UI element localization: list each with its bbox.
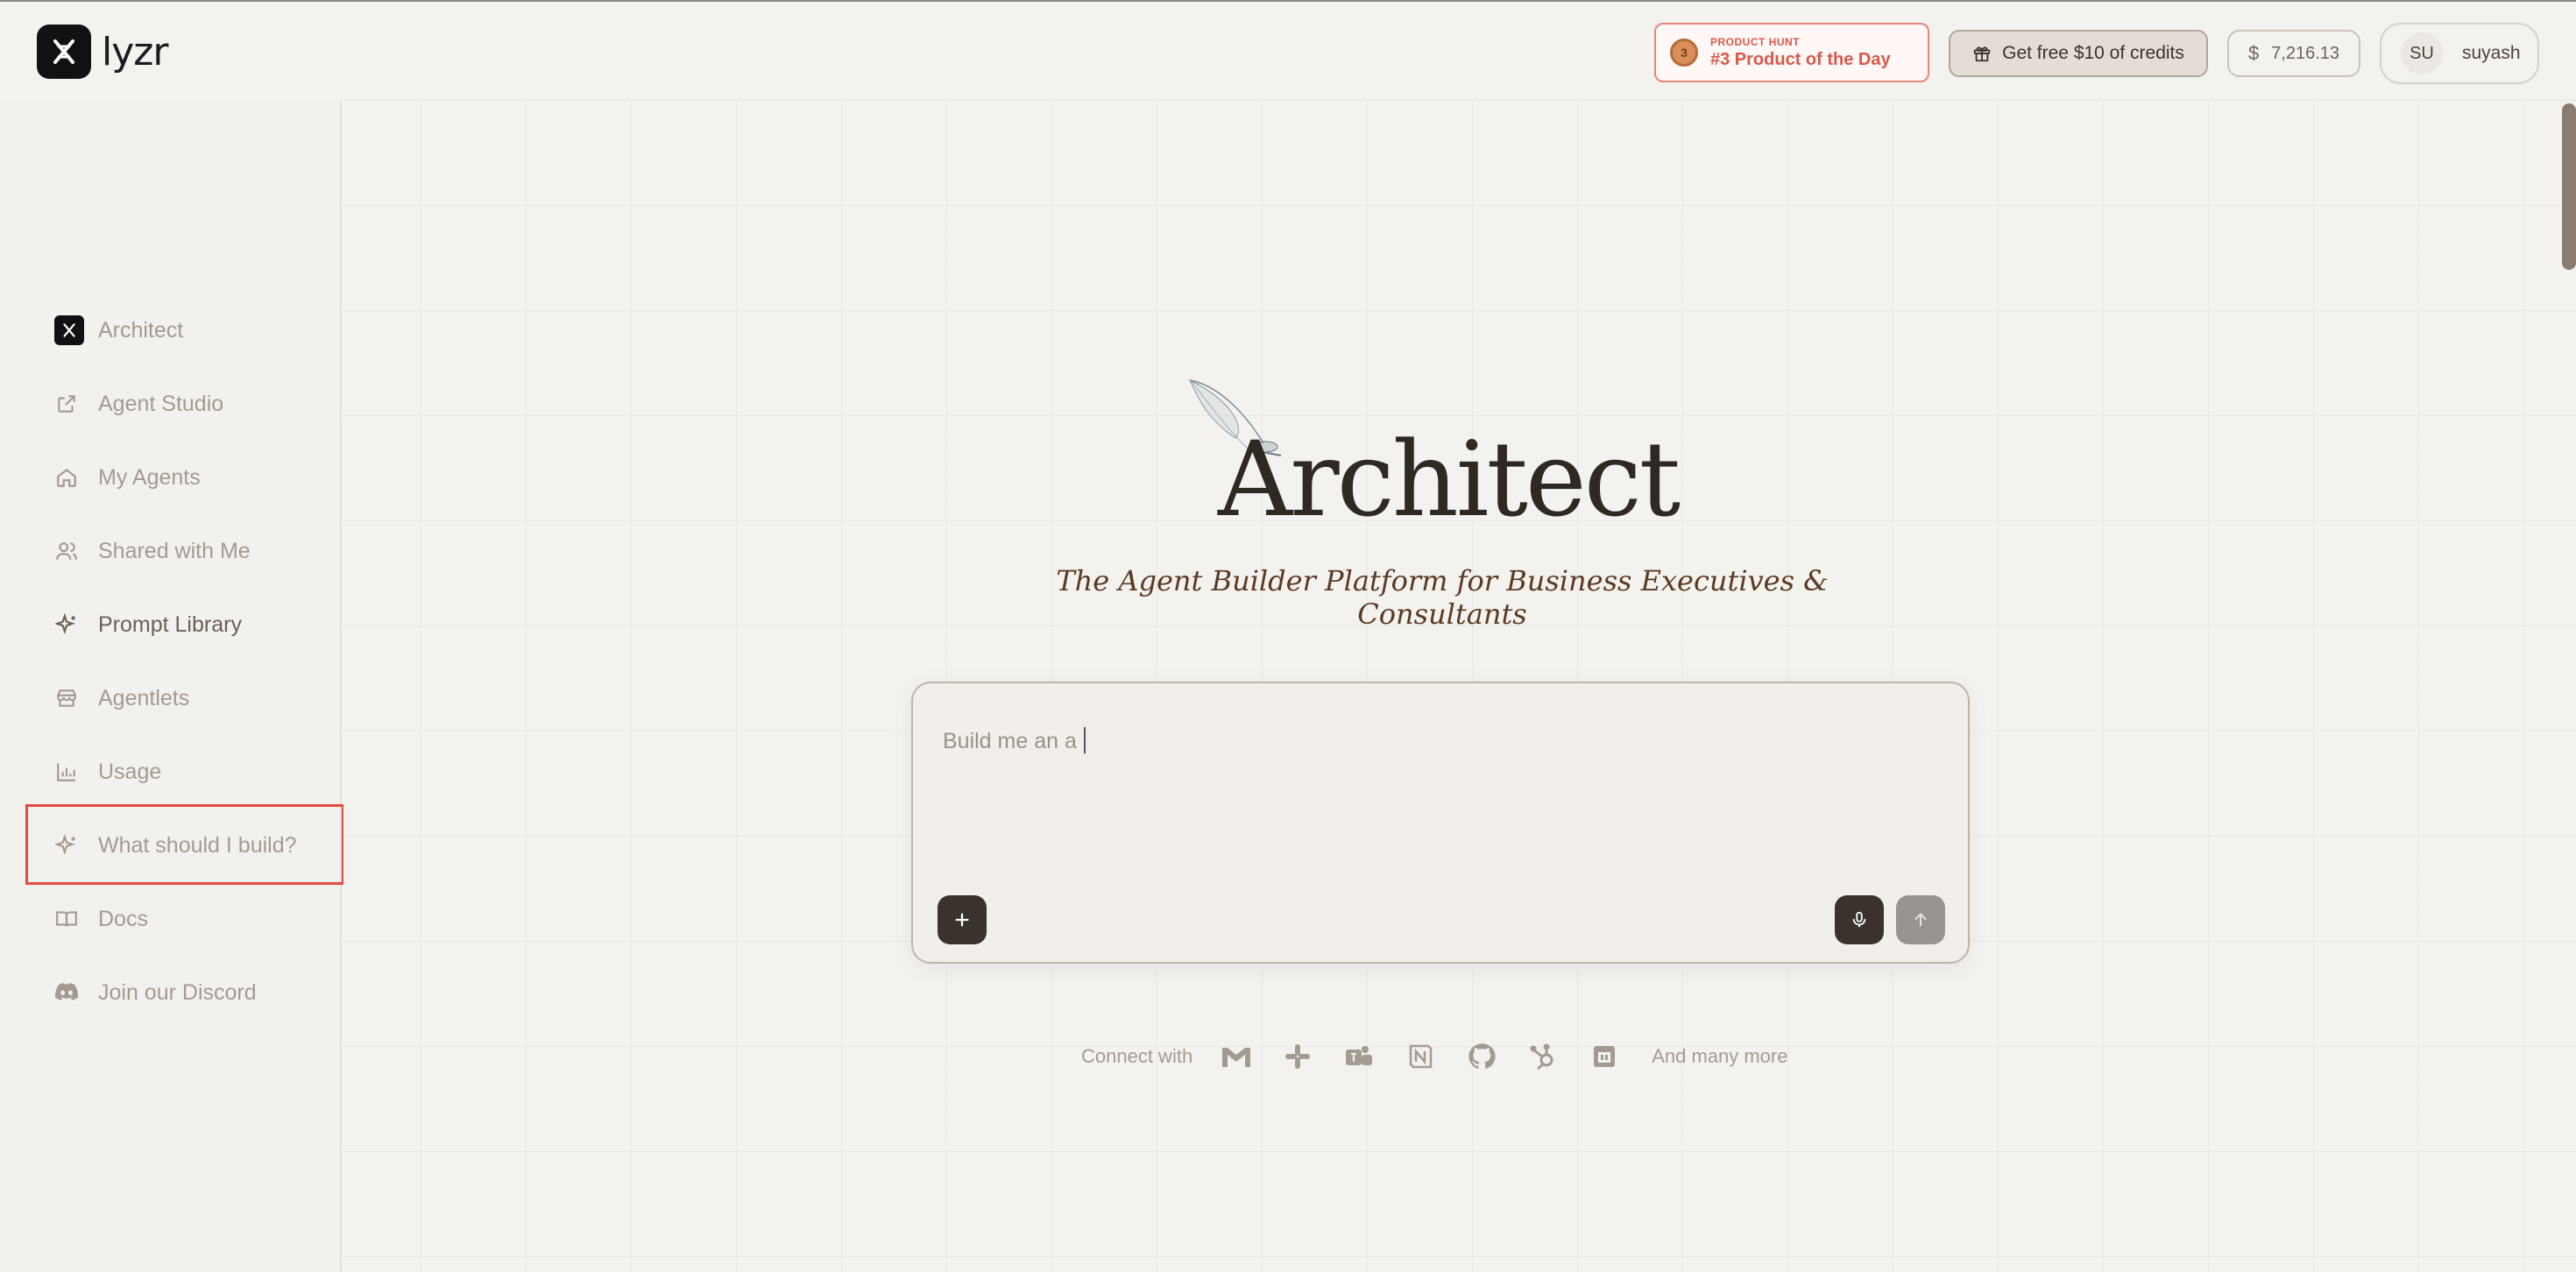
sidebar-item-label: Agentlets bbox=[98, 685, 190, 710]
sparkle-icon bbox=[54, 612, 79, 637]
github-icon[interactable] bbox=[1466, 1041, 1497, 1072]
sidebar-item-label: My Agents bbox=[98, 464, 201, 490]
sidebar-item-what-should-i-build[interactable]: What should I build? bbox=[54, 823, 297, 867]
sidebar-item-label: Shared with Me bbox=[98, 538, 251, 563]
store-icon bbox=[54, 686, 79, 710]
prompt-input[interactable] bbox=[943, 724, 1907, 759]
free-credits-label: Get free $10 of credits bbox=[2002, 43, 2184, 63]
scrollbar[interactable] bbox=[2562, 103, 2576, 270]
sidebar-item-prompt-library[interactable]: Prompt Library bbox=[54, 603, 242, 647]
hubspot-icon[interactable] bbox=[1527, 1041, 1559, 1072]
dollar-icon: $ bbox=[2247, 42, 2260, 64]
teams-icon[interactable] bbox=[1343, 1041, 1375, 1072]
gift-icon bbox=[1973, 46, 1991, 62]
sidebar-item-label: What should I build? bbox=[98, 832, 297, 858]
balance-display[interactable]: $ 7,216.13 bbox=[2227, 30, 2360, 77]
notion-icon[interactable] bbox=[1405, 1041, 1436, 1072]
sidebar-item-label: Join our Discord bbox=[98, 979, 257, 1005]
microphone-icon bbox=[1852, 911, 1866, 928]
product-hunt-badge[interactable]: 3 PRODUCT HUNT #3 Product of the Day bbox=[1654, 23, 1929, 82]
medal-icon: 3 bbox=[1670, 39, 1698, 67]
page-title: Architect bbox=[1218, 419, 1681, 540]
home-icon bbox=[54, 465, 79, 490]
sidebar-item-label: Usage bbox=[98, 759, 162, 784]
balance-value: 7,216.13 bbox=[2271, 43, 2340, 63]
page-subtitle: The Agent Builder Platform for Business … bbox=[1056, 564, 1829, 631]
sidebar: Architect Agent Studio My Agents Shared … bbox=[0, 100, 342, 1272]
arrow-up-icon bbox=[1914, 913, 1927, 927]
lyzr-logo[interactable]: lyzr bbox=[37, 25, 168, 79]
users-icon bbox=[54, 539, 79, 563]
slack-icon[interactable] bbox=[1282, 1041, 1313, 1072]
book-icon bbox=[54, 907, 79, 931]
text-cursor bbox=[1084, 727, 1086, 753]
sidebar-item-architect[interactable]: Architect bbox=[54, 308, 183, 352]
gmail-icon[interactable] bbox=[1221, 1041, 1252, 1072]
product-hunt-rank: #3 Product of the Day bbox=[1710, 49, 1891, 69]
sidebar-item-docs[interactable]: Docs bbox=[54, 897, 148, 941]
connect-row: Connect with And many more bbox=[1081, 1039, 1787, 1074]
sidebar-item-usage[interactable]: Usage bbox=[54, 750, 161, 794]
sidebar-item-agent-studio[interactable]: Agent Studio bbox=[54, 382, 223, 426]
many-more-label: And many more bbox=[1652, 1045, 1788, 1067]
sidebar-item-discord[interactable]: Join our Discord bbox=[54, 971, 257, 1014]
sidebar-item-agentlets[interactable]: Agentlets bbox=[54, 676, 189, 720]
plus-icon bbox=[955, 913, 969, 927]
voice-input-button[interactable] bbox=[1835, 895, 1884, 944]
sidebar-item-label: Docs bbox=[98, 906, 148, 931]
sidebar-item-my-agents[interactable]: My Agents bbox=[54, 456, 201, 499]
external-link-icon bbox=[54, 392, 79, 416]
bar-chart-icon bbox=[54, 760, 79, 784]
sparkle-icon bbox=[54, 833, 79, 858]
free-credits-button[interactable]: Get free $10 of credits bbox=[1949, 30, 2208, 77]
avatar: SU bbox=[2401, 32, 2443, 74]
prompt-box bbox=[911, 682, 1970, 964]
calendar-icon[interactable] bbox=[1589, 1041, 1620, 1072]
connect-label: Connect with bbox=[1081, 1045, 1193, 1067]
username: suyash bbox=[2462, 43, 2521, 63]
header: lyzr 3 PRODUCT HUNT #3 Product of the Da… bbox=[0, 2, 2576, 100]
sidebar-item-shared-with-me[interactable]: Shared with Me bbox=[54, 529, 251, 573]
sidebar-item-label: Architect bbox=[98, 317, 184, 343]
send-button[interactable] bbox=[1896, 895, 1945, 944]
product-hunt-small-label: PRODUCT HUNT bbox=[1710, 35, 1800, 48]
sidebar-item-label: Prompt Library bbox=[98, 611, 242, 637]
user-menu[interactable]: SU suyash bbox=[2380, 23, 2539, 84]
lyzr-logo-icon bbox=[37, 25, 91, 79]
logo-text: lyzr bbox=[102, 29, 168, 74]
architect-icon bbox=[54, 315, 84, 345]
sidebar-item-label: Agent Studio bbox=[98, 391, 224, 416]
attach-button[interactable] bbox=[938, 895, 987, 944]
discord-icon bbox=[54, 980, 79, 1005]
